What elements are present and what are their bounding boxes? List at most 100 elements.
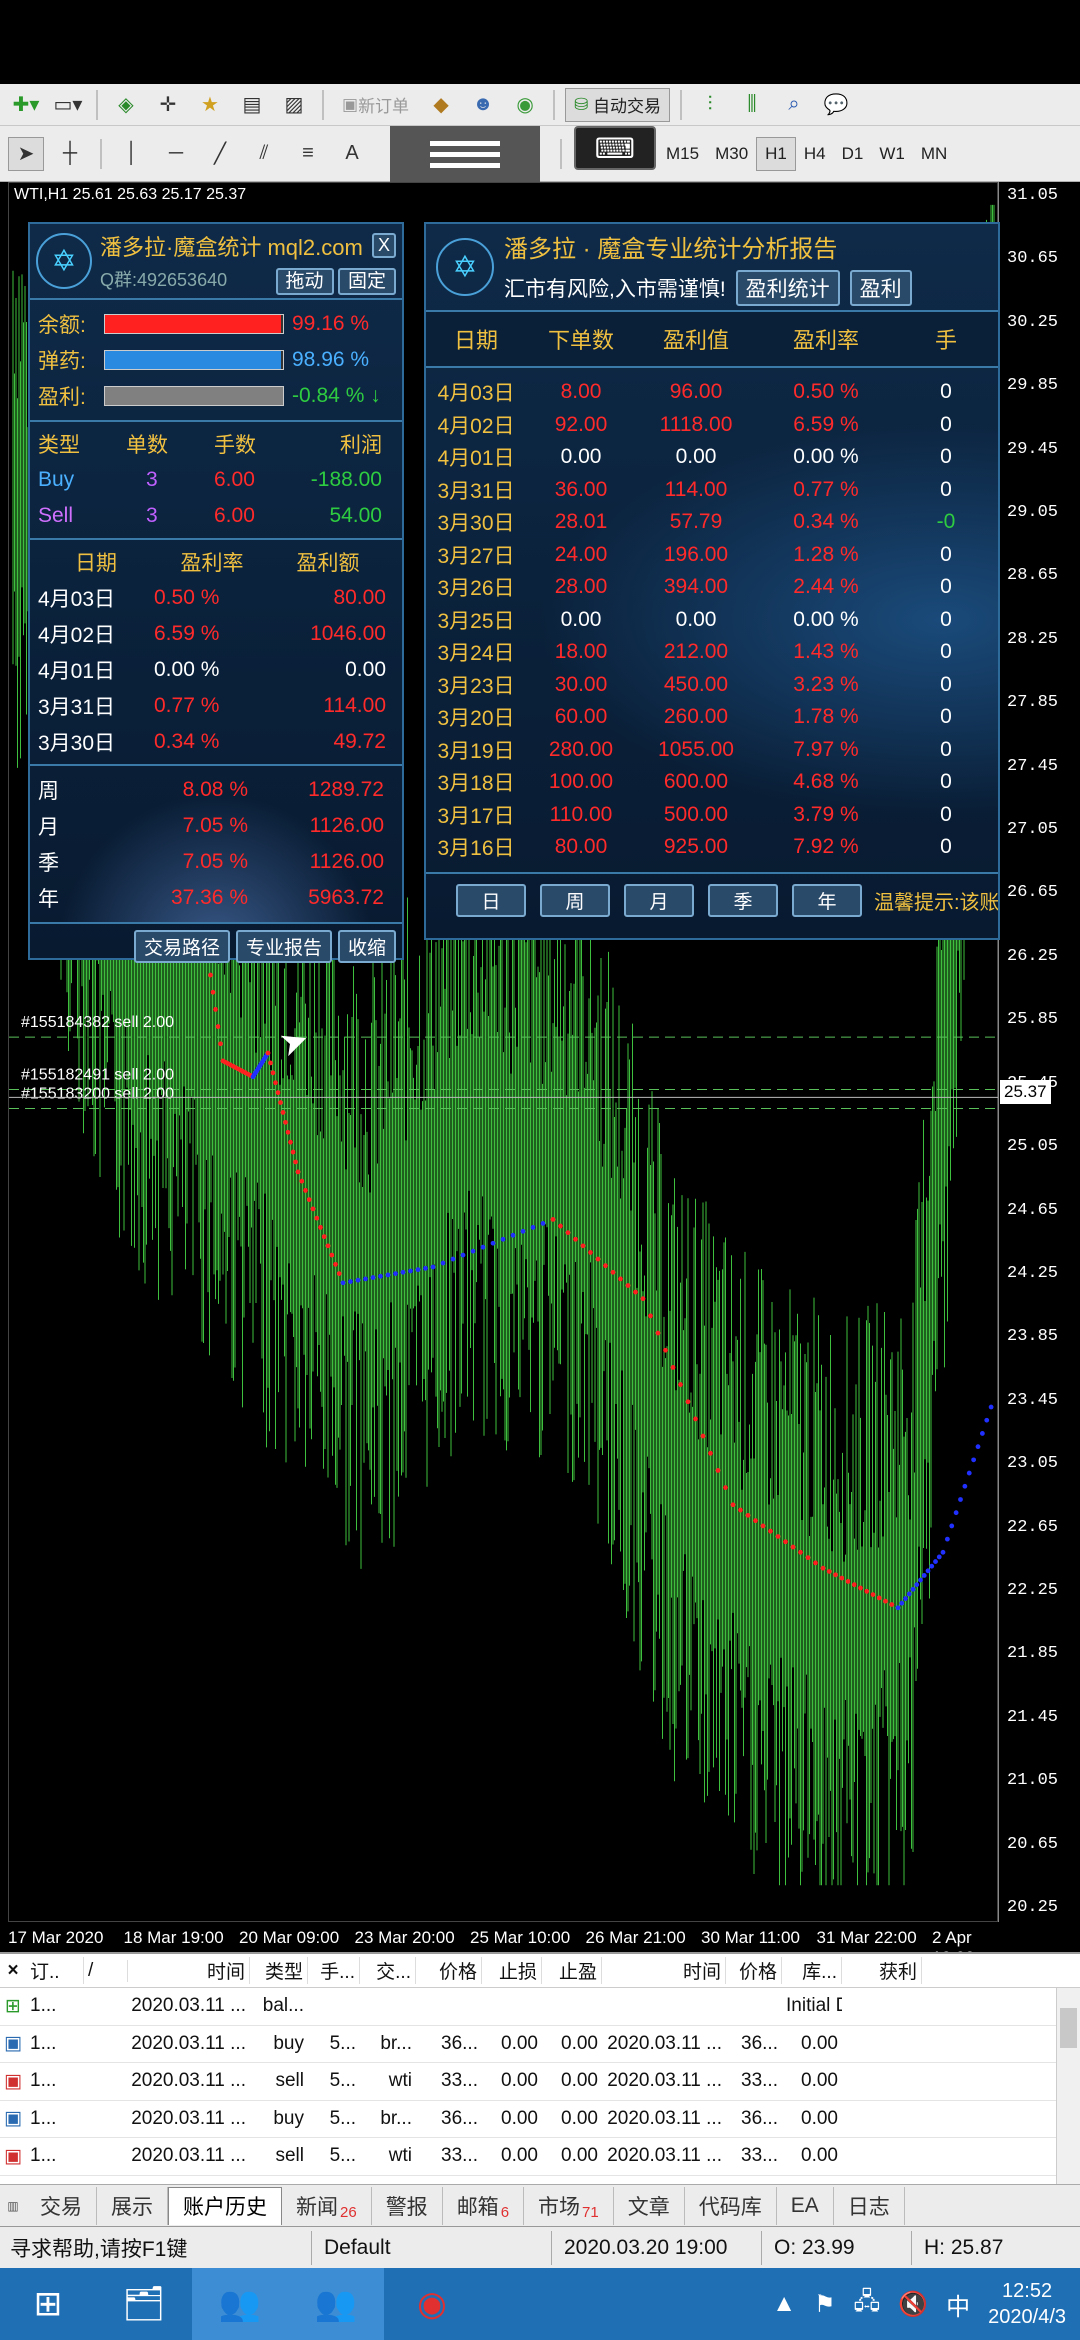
terminal-cell: 0.00 — [501, 2070, 538, 2092]
day-amount: 0.00 — [345, 658, 386, 681]
mt4-app-icon[interactable]: ◉ — [384, 2268, 480, 2340]
terminal-row[interactable]: ▣ 1... 2020.03.11 ... buy 5... br... 36... 0.00… — [0, 2101, 1080, 2138]
terminal-col-header[interactable]: / — [84, 1959, 128, 1982]
tab-市场[interactable]: 市场 71 — [524, 2186, 614, 2225]
terminal-col-header[interactable]: 止损 — [482, 1957, 542, 1984]
terminal-col-header[interactable]: 价格 — [416, 1957, 482, 1984]
tab-账户历史[interactable]: 账户历史 — [168, 2186, 282, 2225]
community-icon[interactable]: ☻ — [465, 88, 501, 122]
market-watch-icon[interactable]: ◈ — [108, 88, 144, 122]
timeframe-m30[interactable]: M30 — [707, 137, 756, 171]
period-button-月[interactable]: 月 — [624, 883, 694, 917]
text-icon[interactable]: A — [334, 137, 370, 171]
crosshair-icon[interactable]: ┼ — [52, 137, 88, 171]
signal-icon[interactable]: ◉ — [507, 88, 543, 122]
indicator-dot — [655, 1330, 661, 1336]
cursor-icon[interactable]: ➤ — [8, 136, 44, 171]
candle-chart-icon[interactable]: ⫼ — [734, 88, 770, 122]
vertical-line-icon[interactable]: │ — [114, 137, 150, 171]
tab-文章[interactable]: 文章 — [614, 2186, 685, 2225]
auto-trading-button[interactable]: ⛁ 自动交易 — [565, 87, 671, 122]
metaeditor-icon[interactable]: ◆ — [423, 88, 459, 122]
flag-icon[interactable]: ⚑ — [814, 2290, 836, 2319]
terminal-close-button[interactable]: × — [0, 1960, 26, 1982]
terminal-col-header[interactable]: 止盈 — [542, 1957, 602, 1984]
terminal-col-header[interactable]: 交... — [360, 1957, 416, 1984]
volume-muted-icon[interactable]: 🔇 — [898, 2290, 928, 2319]
tab-邮箱[interactable]: 邮箱 6 — [443, 2186, 525, 2225]
trade-path-button[interactable]: 交易路径 — [133, 930, 230, 963]
terminal-col-header[interactable]: 获利 — [842, 1957, 922, 1984]
collapse-button[interactable]: 收缩 — [337, 930, 396, 963]
terminal-col-header[interactable]: 时间 — [128, 1957, 250, 1984]
day-row: 4月03日 0.50 % 80.00 — [38, 580, 394, 616]
app-user2-icon[interactable]: 👥 — [288, 2268, 384, 2340]
profit-tab-button[interactable]: 盈利 — [849, 269, 912, 306]
zoom-icon[interactable]: ⌕ — [776, 88, 812, 122]
navigator-icon[interactable]: ✛ — [150, 88, 186, 122]
terminal-col-header[interactable]: 时间 — [602, 1957, 726, 1984]
indicator-dot — [336, 1271, 342, 1277]
period-button-季[interactable]: 季 — [708, 883, 778, 917]
profiles-icon[interactable]: ▭▾ — [50, 88, 86, 122]
fix-button[interactable]: 固定 — [337, 267, 396, 295]
terminal-row[interactable]: ▣ 1... 2020.03.11 ... sell 5... wti 33... 0.00 0… — [0, 2138, 1080, 2176]
terminal-cell: 0.00 — [561, 2107, 598, 2129]
terminal-cell: 0.00 — [561, 2145, 598, 2167]
timeframe-d1[interactable]: D1 — [834, 137, 872, 171]
terminal-col-header[interactable]: 订.. — [26, 1957, 84, 1984]
favorites-icon[interactable]: ★ — [192, 88, 228, 122]
fibo-icon[interactable]: ≡ — [290, 137, 326, 171]
timeframe-h1[interactable]: H1 — [756, 136, 796, 171]
day-rate: 0.50 % — [154, 586, 220, 609]
timeframe-w1[interactable]: W1 — [871, 137, 913, 171]
channel-icon[interactable]: ⫽ — [246, 137, 282, 171]
profit-stats-button[interactable]: 盈利统计 — [735, 269, 840, 306]
bar-chart-icon[interactable]: ⫶ — [692, 88, 728, 122]
ime-indicator[interactable]: 中 — [946, 2287, 970, 2322]
timeframe-h4[interactable]: H4 — [796, 137, 834, 171]
keyboard-icon[interactable]: ⌨ — [574, 126, 656, 170]
horizontal-line-icon[interactable]: ─ — [158, 137, 194, 171]
indicator-dot — [925, 1568, 931, 1574]
terminal-col-header[interactable]: 手... — [308, 1957, 360, 1984]
terminal-row[interactable]: ⊞ 1... 2020.03.11 ... bal... Initial Deposit — [0, 1988, 1080, 2026]
period-amount: 5963.72 — [308, 886, 384, 909]
scrollbar[interactable] — [1056, 1988, 1080, 2184]
tab-EA[interactable]: EA — [777, 2186, 834, 2225]
tab-交易[interactable]: 交易 — [26, 2186, 97, 2225]
windows-start-icon[interactable]: ⊞ — [0, 2268, 96, 2340]
terminal-col-header[interactable]: 库... — [782, 1957, 842, 1984]
tab-日志[interactable]: 日志 — [834, 2186, 905, 2225]
period-button-日[interactable]: 日 — [456, 883, 526, 917]
drag-button[interactable]: 拖动 — [275, 267, 334, 295]
terminal-row[interactable]: ▣ 1... 2020.03.11 ... buy 5... br... 36... 0.00… — [0, 2026, 1080, 2063]
pro-report-button[interactable]: 专业报告 — [235, 930, 332, 963]
chat-icon[interactable]: 💬 — [818, 88, 854, 122]
close-button[interactable]: X — [371, 233, 396, 258]
tester-icon[interactable]: ▨ — [276, 88, 312, 122]
app-user-icon[interactable]: 👥 — [192, 2268, 288, 2340]
day-date: 3月31日 — [38, 696, 116, 719]
timeframe-mn[interactable]: MN — [913, 137, 955, 171]
period-button-周[interactable]: 周 — [540, 883, 610, 917]
new-order-button[interactable]: ▣ 新订单 — [334, 88, 417, 122]
report-cell: 3月31日 — [437, 479, 515, 503]
trendline-icon[interactable]: ╱ — [202, 137, 238, 171]
period-button-年[interactable]: 年 — [792, 883, 862, 917]
terminal-col-header[interactable]: 类型 — [250, 1957, 308, 1984]
clock[interactable]: 12:52 2020/4/3 — [988, 2278, 1066, 2330]
timeframe-m15[interactable]: M15 — [658, 137, 707, 171]
terminal-col-header[interactable]: 价格 — [726, 1957, 782, 1984]
tab-代码库[interactable]: 代码库 — [685, 2186, 777, 2225]
terminal-row[interactable]: ▣ 1... 2020.03.11 ... sell 5... wti 33... 0.00 0… — [0, 2063, 1080, 2101]
tab-展示[interactable]: 展示 — [97, 2186, 168, 2225]
new-chart-icon[interactable]: ✚▾ — [8, 88, 44, 122]
terminal-icon[interactable]: ▤ — [234, 88, 270, 122]
menu-overlay-icon[interactable] — [390, 126, 540, 182]
tray-arrow-icon[interactable]: ▲ — [772, 2290, 796, 2318]
network-icon[interactable]: 🖧 — [853, 2284, 880, 2325]
file-explorer-icon[interactable]: 🗂 — [96, 2268, 192, 2340]
tab-新闻[interactable]: 新闻 26 — [282, 2186, 372, 2225]
tab-警报[interactable]: 警报 — [372, 2186, 443, 2225]
